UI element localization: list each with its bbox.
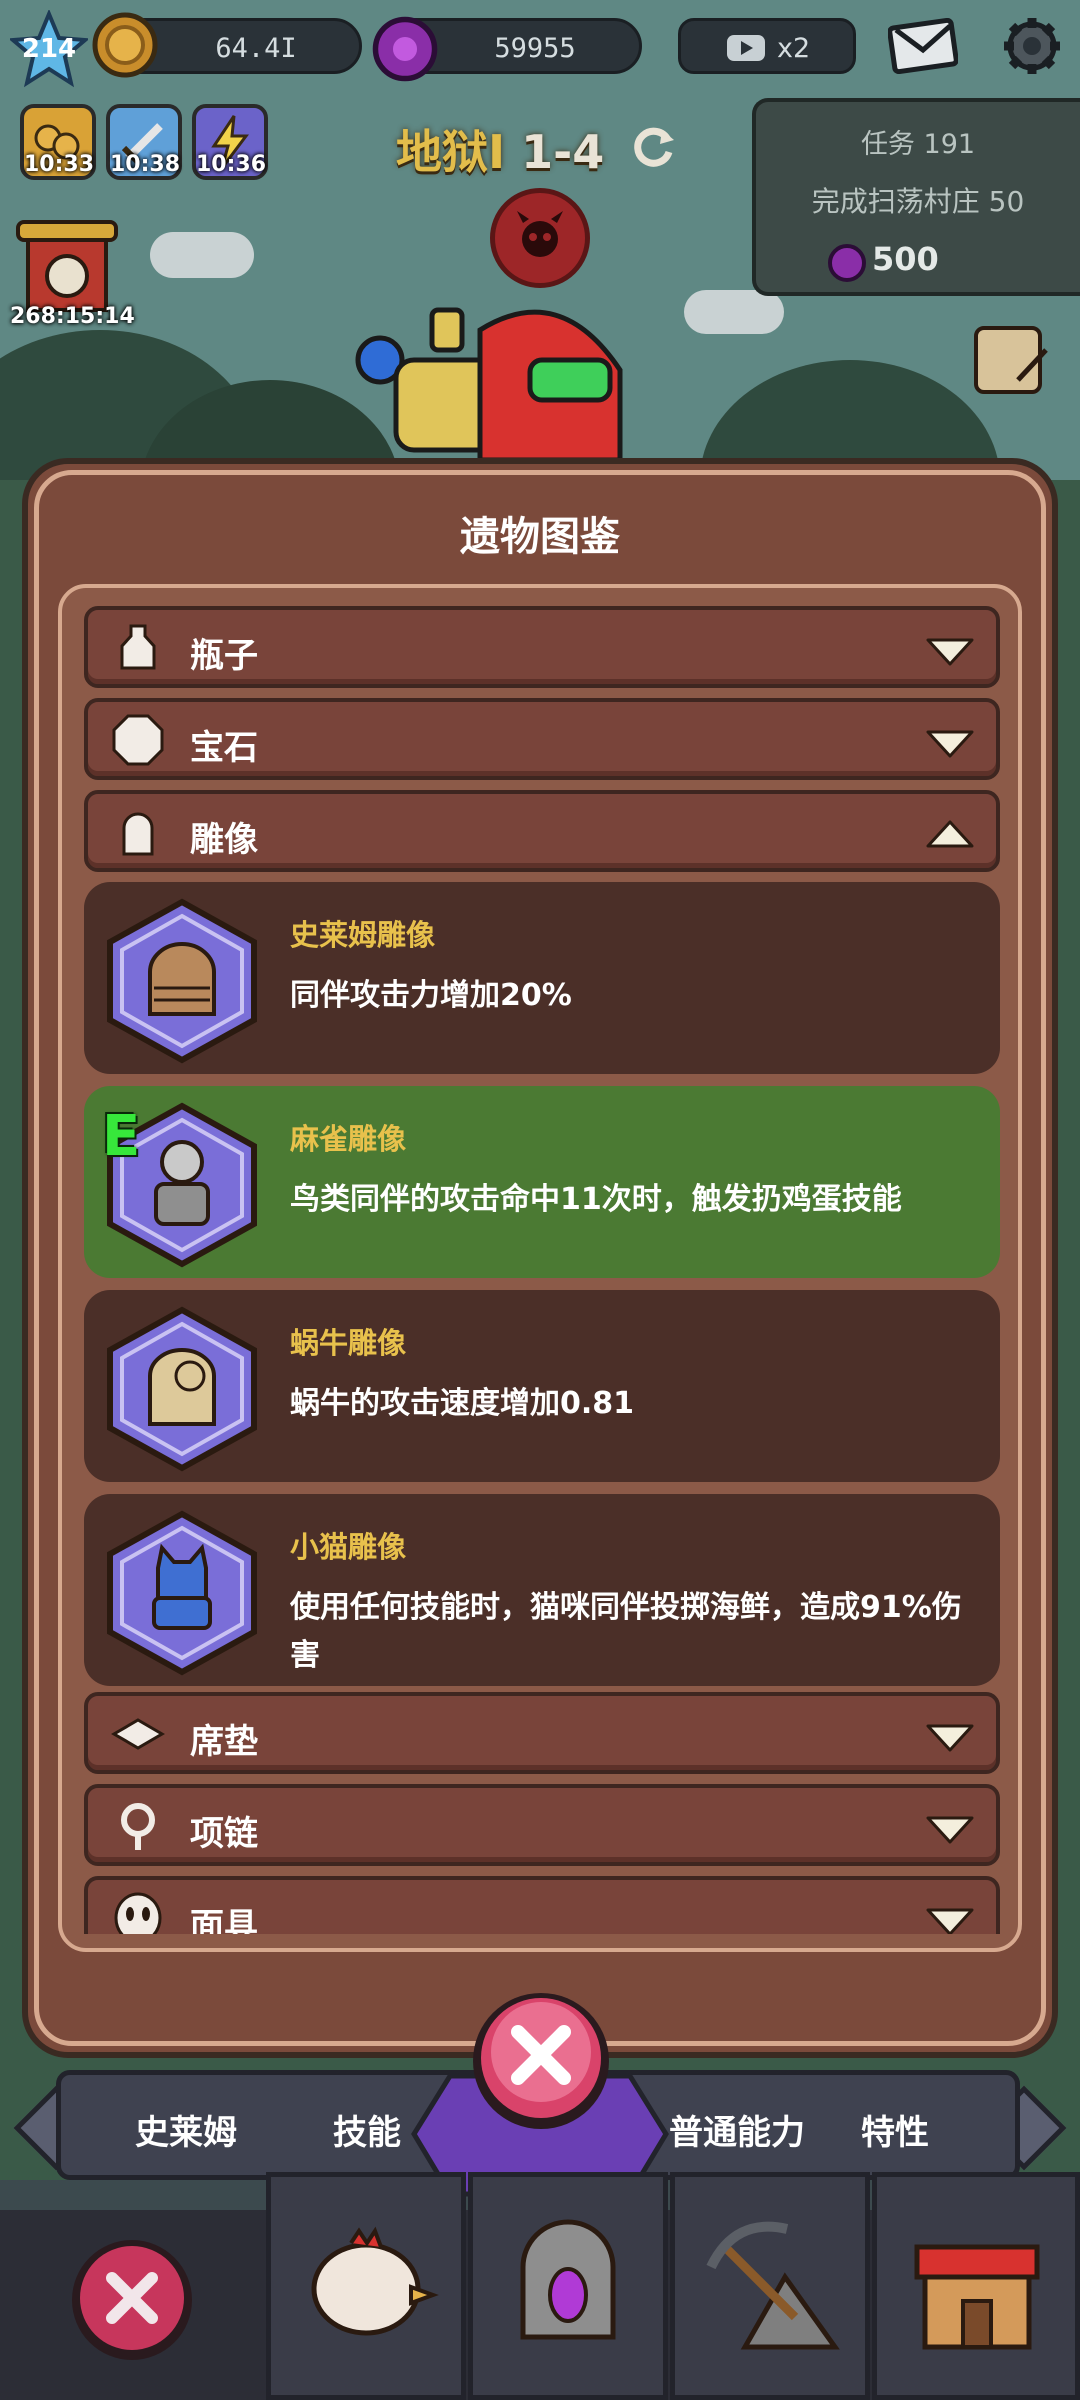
equipped-badge: E (102, 1104, 141, 1169)
category-label: 瓶子 (190, 636, 258, 676)
cloud (150, 232, 254, 278)
relic-codex-modal: 遗物图鉴 瓶子 宝石 雕像 史莱姆雕像 同伴攻击力增加20% E 麻雀雕像 鸟类… (22, 458, 1058, 2058)
player-level[interactable]: 214 (8, 8, 90, 88)
attack-boost-timer: 10:38 (109, 152, 181, 177)
category-label: 项链 (190, 1814, 258, 1854)
cat-statue-icon (107, 1510, 257, 1676)
shrine-icon[interactable] (14, 218, 120, 314)
relic-description: 使用任何技能时，猫咪同伴投掷海鲜，造成91%伤害 (290, 1590, 962, 1673)
relic-name: 麻雀雕像 (290, 1122, 407, 1156)
tab-skills[interactable]: 技能 (333, 2105, 401, 2154)
chevron-up-icon (926, 820, 974, 848)
video-ad-icon (727, 35, 765, 61)
relic-list[interactable]: 瓶子 宝石 雕像 史莱姆雕像 同伴攻击力增加20% E 麻雀雕像 鸟类同伴的攻击… (84, 606, 1000, 1934)
statue-icon (122, 812, 154, 856)
chevron-down-icon (926, 638, 974, 666)
nav-shop[interactable] (872, 2172, 1080, 2400)
necklace-icon (121, 1803, 155, 1850)
chicken-icon (311, 2226, 439, 2336)
relic-name: 蜗牛雕像 (290, 1326, 407, 1360)
gold-boost-timer: 10:33 (23, 152, 95, 177)
stage-difficulty: 地狱I (396, 125, 522, 179)
relic-description: 蜗牛的攻击速度增加0.81 (290, 1386, 635, 1421)
relic-name: 小猫雕像 (290, 1530, 407, 1564)
refresh-icon[interactable] (628, 122, 678, 172)
shrine-timer: 268:15:14 (10, 304, 135, 329)
relic-card-sparrow-statue[interactable]: E 麻雀雕像 鸟类同伴的攻击命中11次时，触发扔鸡蛋技能 (84, 1086, 1000, 1278)
nav-close-button[interactable] (68, 2236, 196, 2364)
gem-icon (372, 16, 438, 82)
slime-statue-icon (107, 898, 257, 1064)
top-bar: 214 64.4I 59955 x2 (0, 0, 1080, 95)
close-modal-button[interactable] (466, 1986, 616, 2136)
tab-slime[interactable]: 史莱姆 (135, 2105, 237, 2154)
skull-icon (517, 211, 563, 257)
chevron-down-icon (926, 730, 974, 758)
ad-multiplier: x2 (777, 33, 811, 64)
category-label: 雕像 (190, 820, 258, 860)
mask-icon (114, 1892, 162, 1934)
nav-mine[interactable] (670, 2172, 870, 2400)
gem-octagon-icon (112, 714, 164, 766)
bottle-icon (120, 624, 156, 670)
category-label: 面具 (190, 1906, 258, 1934)
relic-card-cat-statue[interactable]: 小猫雕像 使用任何技能时，猫咪同伴投掷海鲜，造成91%伤害 (84, 1494, 1000, 1686)
category-row-gem[interactable]: 宝石 (84, 698, 1000, 780)
portal-icon (520, 2219, 616, 2340)
relic-name: 史莱姆雕像 (290, 918, 436, 952)
quest-panel[interactable]: 任务 191 完成扫荡村庄 50 500 (752, 98, 1080, 296)
quest-reward: 500 (872, 240, 939, 278)
quest-description: 完成扫荡村庄 50 (811, 185, 1025, 218)
category-label: 宝石 (190, 728, 258, 768)
chevron-down-icon (926, 1908, 974, 1934)
chevron-down-icon (926, 1724, 974, 1752)
category-row-mat[interactable]: 席垫 (84, 1692, 1000, 1774)
nav-companions[interactable] (266, 2172, 466, 2400)
mail-icon[interactable] (888, 18, 958, 74)
gear-icon[interactable] (1000, 14, 1064, 78)
hero-sprite (355, 307, 623, 463)
tab-common-abilities[interactable]: 普通能力 (669, 2105, 805, 2154)
shop-icon (914, 2244, 1040, 2350)
chevron-down-icon (926, 1816, 974, 1844)
snail-statue-icon (107, 1306, 257, 1472)
relic-card-snail-statue[interactable]: 蜗牛雕像 蜗牛的攻击速度增加0.81 (84, 1290, 1000, 1482)
category-label: 席垫 (190, 1722, 258, 1762)
gold-coin-icon (92, 12, 158, 78)
scroll-icon[interactable] (968, 320, 1054, 400)
relic-description: 鸟类同伴的攻击命中11次时，触发扔鸡蛋技能 (290, 1182, 902, 1217)
quest-title: 任务 191 (860, 129, 976, 160)
stage-title: 地狱I 1-4 (396, 116, 604, 182)
pickaxe-icon (706, 2221, 840, 2350)
boss-button[interactable] (490, 188, 590, 288)
category-row-mask[interactable]: 面具 (84, 1876, 1000, 1934)
gem-icon (828, 244, 866, 282)
relic-description: 同伴攻击力增加20% (290, 978, 572, 1013)
speed-boost-timer: 10:36 (195, 152, 267, 177)
level-number: 214 (21, 34, 77, 64)
relic-list-panel: 瓶子 宝石 雕像 史莱姆雕像 同伴攻击力增加20% E 麻雀雕像 鸟类同伴的攻击… (58, 584, 1022, 1952)
category-row-necklace[interactable]: 项链 (84, 1784, 1000, 1866)
tab-traits[interactable]: 特性 (861, 2105, 929, 2154)
cloud (684, 290, 784, 334)
category-row-bottle[interactable]: 瓶子 (84, 606, 1000, 688)
category-row-statue[interactable]: 雕像 (84, 790, 1000, 872)
nav-dungeon[interactable] (468, 2172, 668, 2400)
modal-title: 遗物图鉴 (460, 514, 620, 560)
mat-icon (111, 1718, 165, 1750)
ad-boost-button[interactable]: x2 (678, 18, 856, 74)
stage-number: 1-4 (521, 125, 605, 179)
relic-card-slime-statue[interactable]: 史莱姆雕像 同伴攻击力增加20% (84, 882, 1000, 1074)
